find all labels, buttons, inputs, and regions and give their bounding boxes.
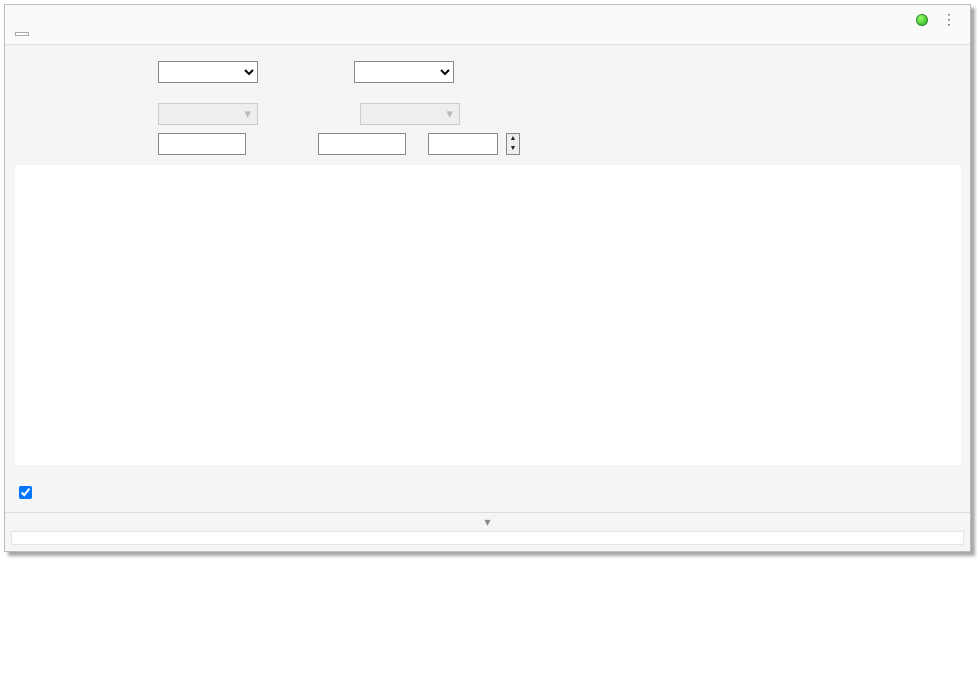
signal-select[interactable] <box>158 61 258 83</box>
npts-input[interactable] <box>428 133 498 155</box>
subtitle-bar <box>5 30 970 45</box>
section-vis-title <box>5 467 970 479</box>
output-var-code <box>15 32 29 36</box>
correlation-chart <box>15 165 961 465</box>
output-display-checkbox[interactable] <box>19 486 32 499</box>
plot-area <box>15 165 960 465</box>
npts-spinner[interactable]: ▲ ▼ <box>506 133 520 155</box>
radius-row: ▲ ▼ <box>5 129 970 159</box>
output-display-row <box>5 479 970 512</box>
section-signal-title <box>5 45 970 57</box>
embed-dim-select <box>158 103 258 125</box>
embed-row <box>5 99 970 129</box>
collapse-toggle-icon[interactable]: ▾ <box>5 512 970 531</box>
titlebar: ⋮ <box>5 5 970 30</box>
rmin-input[interactable] <box>158 133 246 155</box>
status-indicator-icon <box>916 14 928 26</box>
menu-kebab-icon[interactable]: ⋮ <box>938 11 960 28</box>
spinner-down-icon[interactable]: ▼ <box>507 144 519 154</box>
section-params-title <box>5 87 970 99</box>
signal-type-select[interactable] <box>354 61 454 83</box>
spinner-up-icon[interactable]: ▲ <box>507 134 519 144</box>
time-lag-select <box>360 103 460 125</box>
rmax-input[interactable] <box>318 133 406 155</box>
signal-row <box>5 57 970 87</box>
task-panel: ⋮ ▲ ▼ <box>4 4 971 552</box>
output-result <box>11 531 964 545</box>
